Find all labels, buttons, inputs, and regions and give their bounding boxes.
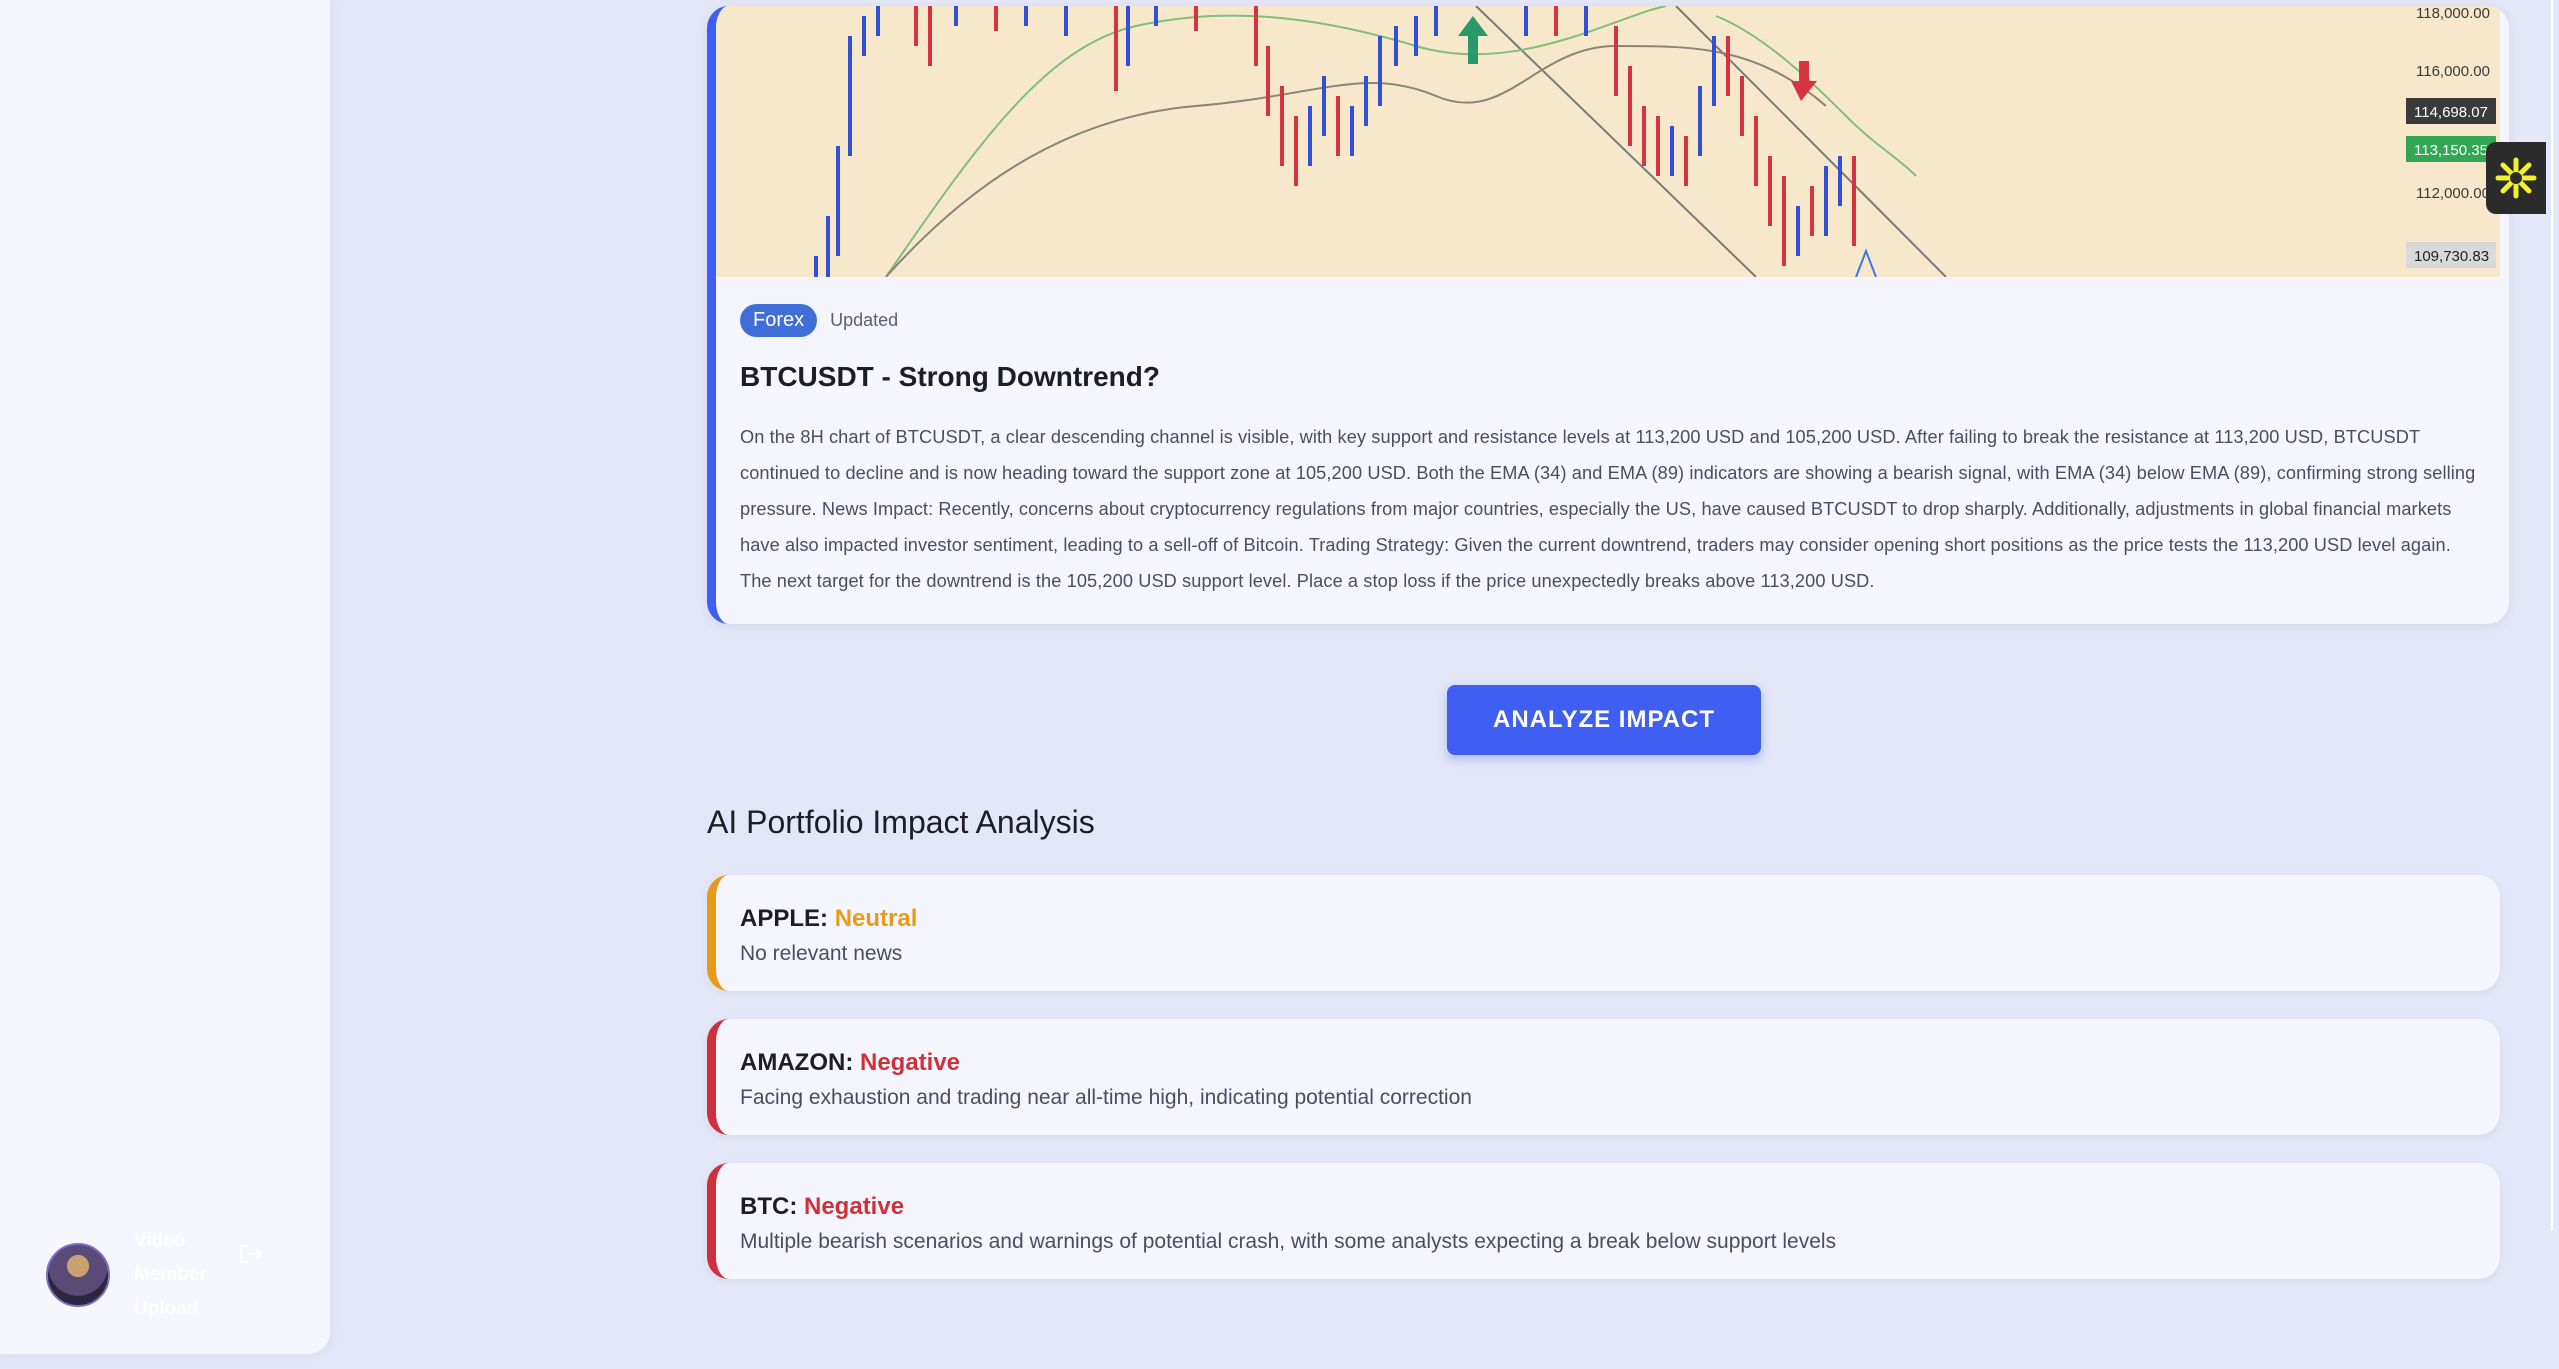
user-line2: Member — [134, 1264, 207, 1285]
sentiment-label: Neutral — [834, 905, 918, 932]
impact-note: Multiple bearish scenarios and warnings … — [740, 1230, 1837, 1253]
impact-card-btc: BTC: Negative Multiple bearish scenarios… — [707, 1163, 2500, 1279]
news-text: On the 8H chart of BTCUSDT, a clear desc… — [740, 427, 2476, 591]
scrollbar-track[interactable] — [2551, 0, 2553, 1230]
impact-heading: BTC: Negative — [740, 1193, 904, 1221]
user-line3: Upload — [134, 1298, 199, 1319]
news-chart-image: 118,000.00 116,000.00 114,698.07 113,150… — [716, 6, 2500, 277]
analyze-impact-button[interactable]: ANALYZE IMPACT — [1447, 685, 1761, 755]
price-label: 109,730.83 — [2414, 248, 2489, 265]
asset-name: BTC: — [740, 1193, 798, 1220]
price-label: 114,698.07 — [2414, 104, 2488, 121]
impact-card-amazon: AMAZON: Negative Facing exhaustion and t… — [707, 1019, 2500, 1135]
asset-name: APPLE: — [740, 905, 829, 932]
asset-name: AMAZON: — [740, 1049, 854, 1076]
user-profile[interactable]: Video Member Upload — [46, 1224, 263, 1326]
news-card[interactable]: 118,000.00 116,000.00 114,698.07 113,150… — [707, 6, 2509, 624]
sentiment-label: Negative — [804, 1193, 905, 1220]
impact-heading: APPLE: Neutral — [740, 905, 917, 933]
tag-row: Forex Updated — [740, 304, 2480, 337]
candlestick-chart: 118,000.00 116,000.00 114,698.07 113,150… — [716, 6, 2500, 277]
logout-icon[interactable] — [238, 1244, 264, 1264]
price-label: 116,000.00 — [2416, 63, 2490, 80]
price-label: 118,000.00 — [2416, 6, 2490, 22]
news-body: Forex Updated BTCUSDT - Strong Downtrend… — [740, 304, 2480, 599]
category-tag[interactable]: Forex — [740, 304, 818, 337]
news-title: BTCUSDT - Strong Downtrend? — [740, 361, 1160, 392]
price-label: 113,150.35 — [2414, 142, 2488, 159]
user-meta: Video Member Upload — [134, 1224, 207, 1326]
ai-assistant-widget[interactable] — [2486, 142, 2546, 214]
sidebar: Video Member Upload — [0, 0, 330, 1354]
section-title: AI Portfolio Impact Analysis — [707, 804, 1095, 840]
impact-card-apple: APPLE: Neutral No relevant news — [707, 875, 2500, 991]
status-label: Updated — [830, 310, 899, 330]
sparkle-icon — [2495, 157, 2537, 199]
impact-note: Facing exhaustion and trading near all-t… — [740, 1086, 1472, 1109]
impact-heading: AMAZON: Negative — [740, 1049, 960, 1077]
impact-note: No relevant news — [740, 942, 903, 965]
price-label: 112,000.00 — [2416, 185, 2490, 202]
user-name: Video — [134, 1230, 186, 1251]
avatar[interactable] — [46, 1243, 110, 1307]
sentiment-label: Negative — [859, 1049, 961, 1076]
